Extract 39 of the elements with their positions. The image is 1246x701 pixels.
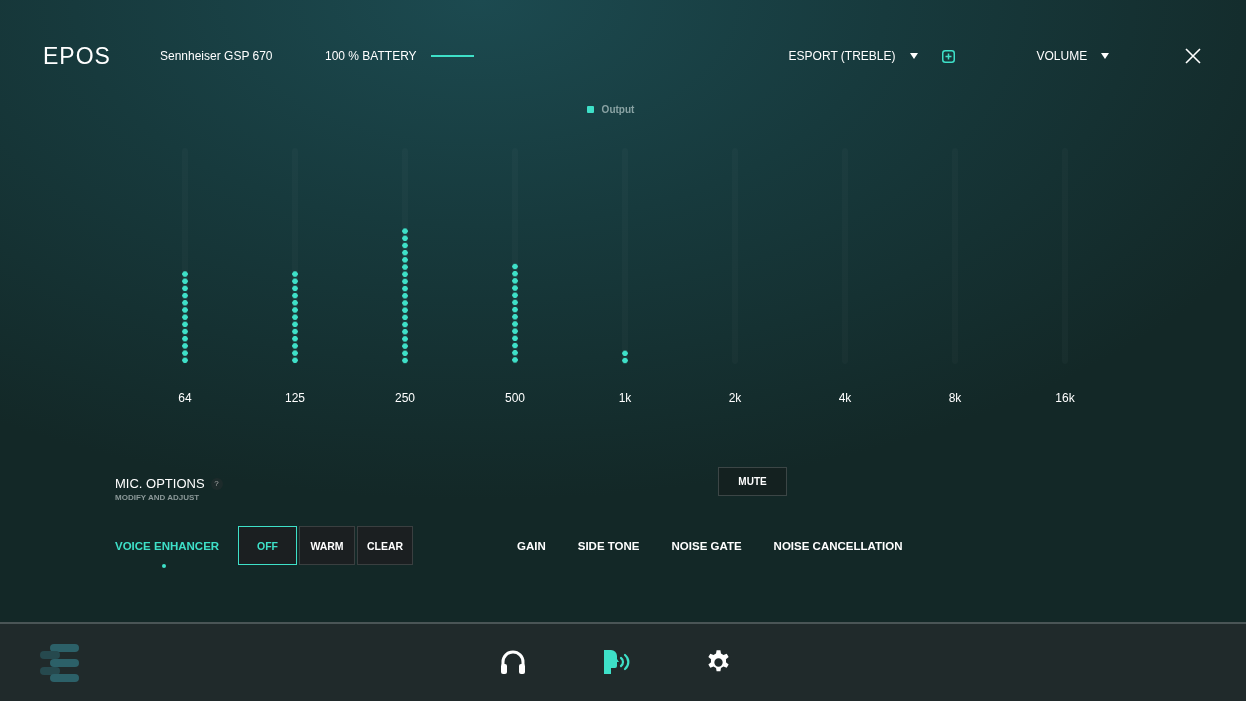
legend-marker: [586, 105, 594, 113]
mic-tab[interactable]: NOISE GATE: [671, 539, 742, 552]
nav-button[interactable]: [499, 649, 527, 676]
mic-tab[interactable]: SIDE TONE: [577, 539, 640, 552]
device-name: Sennheiser GSP 670: [160, 49, 274, 63]
caret-icon: [1101, 53, 1110, 59]
mic-tab[interactable]: VOICE ENHANCER: [115, 539, 238, 552]
help-icon[interactable]: ?: [210, 477, 223, 490]
frequency-label: 2k: [728, 391, 742, 405]
section-subtitle: MODIFY AND ADJUST: [115, 493, 201, 502]
section-title: MIC. OPTIONS: [115, 476, 205, 491]
nav-button[interactable]: [602, 649, 630, 676]
close-button[interactable]: [1185, 48, 1202, 64]
frequency-label: 500: [505, 391, 525, 405]
preset-dropdown[interactable]: ESPORT (TREBLE): [788, 49, 918, 63]
frequency-label: 125: [285, 391, 305, 405]
mic-tab[interactable]: NOISE CANCELLATION: [773, 539, 903, 552]
enhancer-mode-button[interactable]: WARM: [299, 526, 355, 565]
mode-dropdown[interactable]: VOLUME: [1036, 49, 1110, 63]
enhancer-mode-button[interactable]: CLEAR: [357, 526, 413, 565]
mute-button[interactable]: MUTE: [718, 466, 787, 496]
add-preset-button[interactable]: [941, 49, 955, 63]
close-icon: [1185, 48, 1202, 64]
frequency-label: 64: [178, 391, 192, 405]
legend-label: Output: [601, 103, 635, 115]
frequency-label: 4k: [838, 391, 852, 405]
battery-label: 100 % BATTERY: [325, 49, 417, 63]
logo: EPOS: [43, 42, 112, 70]
frequency-label: 250: [395, 391, 415, 405]
caret-icon: [909, 53, 918, 59]
mic-tab[interactable]: GAIN: [517, 539, 546, 552]
plus-icon: [941, 49, 955, 63]
frequency-label: 16k: [1055, 391, 1075, 405]
headphones-icon: [499, 649, 527, 675]
active-dot: [162, 563, 166, 568]
enhancer-mode-button[interactable]: OFF: [238, 526, 297, 565]
frequency-label: 8k: [948, 391, 962, 405]
frequency-label: 1k: [618, 391, 632, 405]
speaking-head-icon: [602, 649, 630, 675]
